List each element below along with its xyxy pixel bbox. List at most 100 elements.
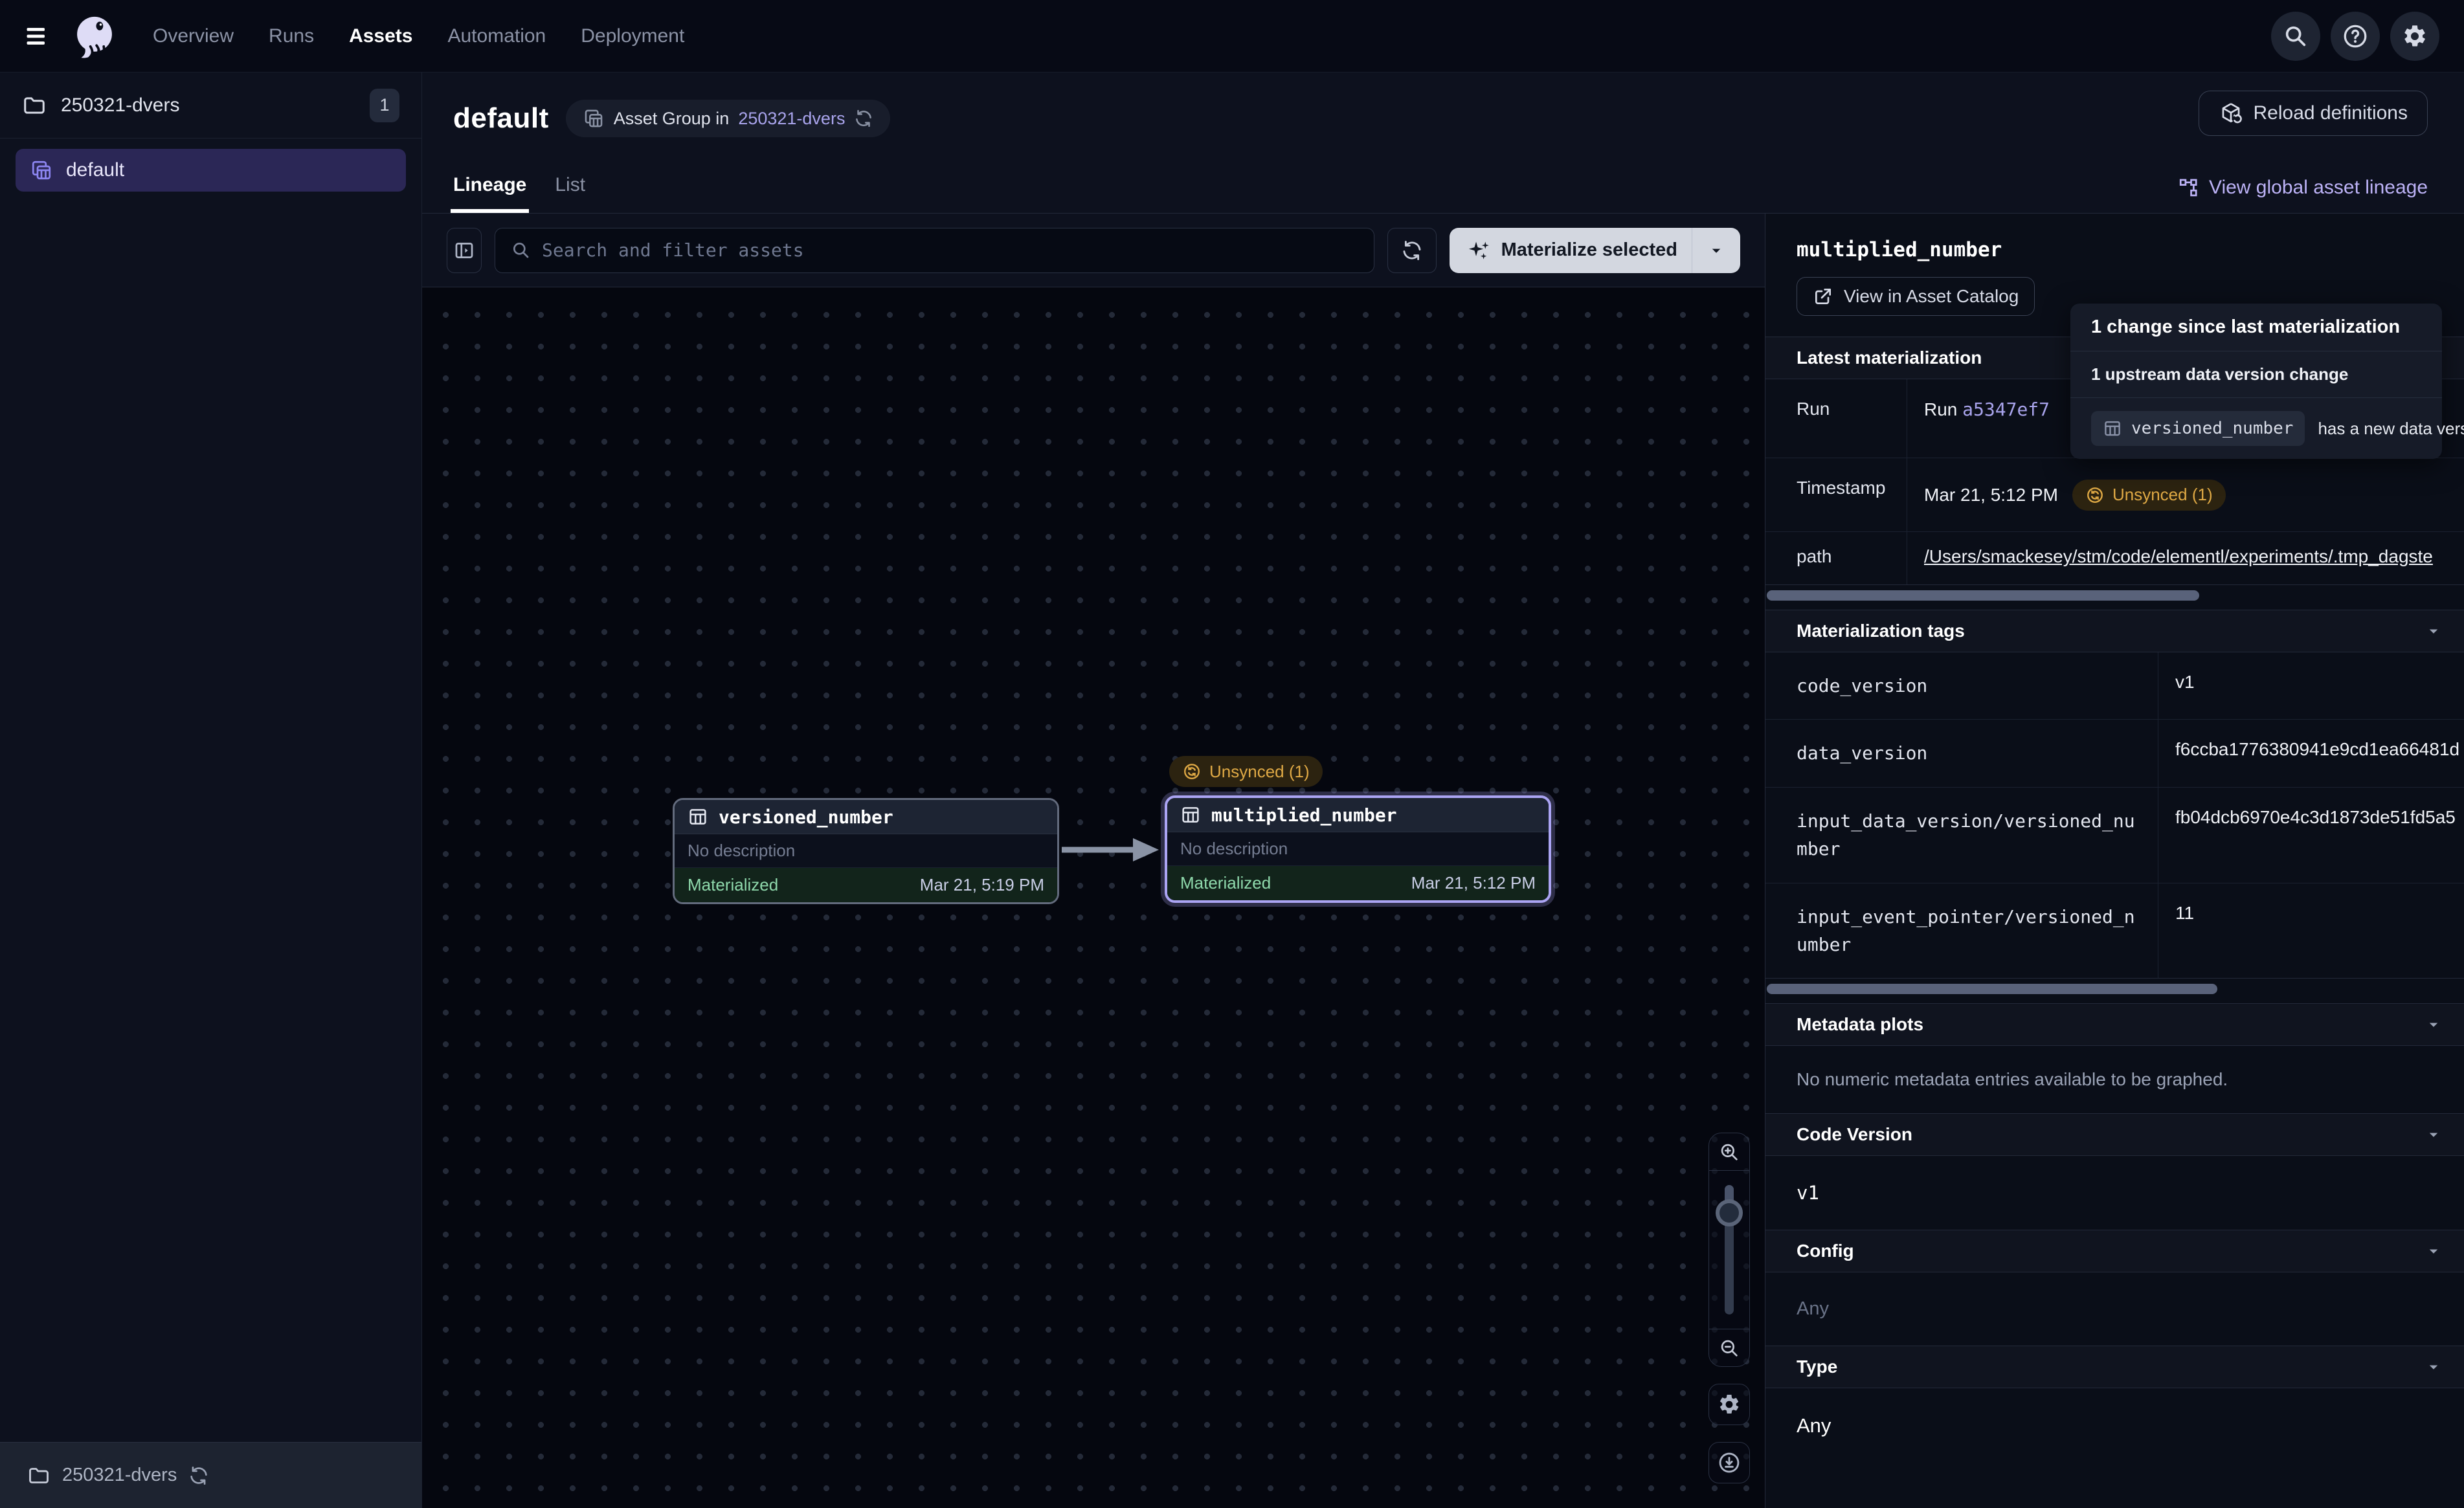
asset-search xyxy=(495,228,1374,273)
view-global-asset-lineage-link[interactable]: View global asset lineage xyxy=(2178,177,2428,199)
graph-controls xyxy=(1708,1133,1750,1483)
horizontal-scrollbar[interactable] xyxy=(1767,984,2217,994)
materialization-tags-table: code_version v1 data_version f6ccba17763… xyxy=(1765,652,2464,979)
view-global-asset-lineage-label: View global asset lineage xyxy=(2209,177,2428,199)
asset-node-status: Materialized xyxy=(1180,873,1271,893)
popover-suffix: has a new data version xyxy=(2318,419,2464,439)
zoom-slider-thumb[interactable] xyxy=(1716,1199,1743,1226)
nav-item-assets[interactable]: Assets xyxy=(349,25,412,47)
gear-icon xyxy=(1718,1393,1741,1416)
folder-icon xyxy=(22,93,47,118)
asset-node-description: No description xyxy=(675,834,1057,868)
table-row: input_event_pointer/versioned_number 11 xyxy=(1765,883,2464,979)
type-value: Any xyxy=(1765,1388,2464,1463)
reload-definitions-button[interactable]: Reload definitions xyxy=(2199,91,2428,136)
path-link[interactable]: /Users/smackesey/stm/code/elementl/exper… xyxy=(1924,546,2433,567)
top-nav: Overview Runs Assets Automation Deployme… xyxy=(0,0,2464,72)
tab-list[interactable]: List xyxy=(555,174,585,213)
zoom-in-icon xyxy=(1718,1141,1740,1163)
asset-node-versioned-number[interactable]: versioned_number No description Material… xyxy=(673,798,1059,904)
unsynced-badge-label: Unsynced (1) xyxy=(1209,762,1310,782)
lineage-graph-icon xyxy=(2178,177,2200,199)
help-button[interactable] xyxy=(2331,12,2380,61)
materialize-options-button[interactable] xyxy=(1692,228,1740,273)
collapse-icon[interactable] xyxy=(2424,1241,2443,1261)
asset-chip-label: versioned_number xyxy=(2131,419,2293,438)
table-row: data_version f6ccba1776380941e9cd1ea6648… xyxy=(1765,720,2464,787)
nav-item-overview[interactable]: Overview xyxy=(153,25,234,47)
chevron-down-icon xyxy=(1707,241,1726,260)
sync-icon[interactable] xyxy=(188,1465,209,1486)
zoom-in-button[interactable] xyxy=(1709,1133,1749,1171)
gear-icon xyxy=(2402,23,2428,49)
asset-node-multiplied-number[interactable]: multiplied_number No description Materia… xyxy=(1165,795,1551,903)
view-in-asset-catalog-button[interactable]: View in Asset Catalog xyxy=(1797,277,2035,316)
sync-status-icon xyxy=(1182,762,1202,781)
settings-button[interactable] xyxy=(2390,12,2439,61)
asset-group-badge-text: Asset Group in xyxy=(614,109,730,129)
zoom-out-button[interactable] xyxy=(1709,1329,1749,1366)
table-row: code_version v1 xyxy=(1765,652,2464,720)
tabs: Lineage List xyxy=(453,174,585,213)
sidebar-group-count: 1 xyxy=(370,89,399,122)
folder-icon xyxy=(27,1464,50,1487)
sidebar-footer[interactable]: 250321-dvers xyxy=(0,1442,421,1508)
sparkle-icon xyxy=(1466,238,1491,263)
asset-chip[interactable]: versioned_number xyxy=(2091,411,2305,446)
materialize-selected-label: Materialize selected xyxy=(1501,239,1677,261)
graph-settings-button[interactable] xyxy=(1708,1384,1750,1425)
lineage-edge-arrow xyxy=(1060,834,1164,865)
download-graph-button[interactable] xyxy=(1708,1442,1750,1483)
search-input[interactable] xyxy=(542,239,1358,261)
asset-group-badge-link[interactable]: 250321-dvers xyxy=(738,109,845,129)
collapse-icon[interactable] xyxy=(2424,1125,2443,1144)
sync-status-icon xyxy=(2085,485,2105,505)
table-icon xyxy=(688,806,708,827)
section-code-version: Code Version xyxy=(1765,1113,2464,1156)
dagster-logo[interactable] xyxy=(70,12,119,61)
asset-group-icon xyxy=(583,107,605,129)
asset-detail-panel: multiplied_number View in Asset Catalog … xyxy=(1765,214,2464,1508)
lineage-toolbar: Materialize selected xyxy=(422,214,1765,287)
search-icon xyxy=(511,240,532,261)
collapse-icon[interactable] xyxy=(2424,1357,2443,1377)
view-in-asset-catalog-label: View in Asset Catalog xyxy=(1844,286,2019,307)
horizontal-scrollbar[interactable] xyxy=(1767,590,2199,601)
download-icon xyxy=(1717,1450,1742,1475)
sidebar-group-row[interactable]: 250321-dvers 1 xyxy=(0,72,421,139)
sidebar-group-label: 250321-dvers xyxy=(61,94,370,116)
main: default Asset Group in 250321-dvers Relo… xyxy=(422,72,2464,1508)
asset-node-status: Materialized xyxy=(688,875,778,895)
sync-icon[interactable] xyxy=(854,109,873,128)
zoom-slider[interactable] xyxy=(1709,1171,1749,1329)
lineage-graph-canvas[interactable]: Unsynced (1) versioned_number No descrip… xyxy=(422,287,1765,1508)
nav-item-runs[interactable]: Runs xyxy=(269,25,314,47)
nav-item-deployment[interactable]: Deployment xyxy=(581,25,684,47)
metadata-plots-empty-text: No numeric metadata entries available to… xyxy=(1765,1046,2464,1113)
menu-icon[interactable] xyxy=(23,22,52,50)
search-button[interactable] xyxy=(2271,12,2320,61)
popover-subtitle: 1 upstream data version change xyxy=(2091,364,2348,384)
sidebar-item-default[interactable]: default xyxy=(16,149,406,192)
sidebar-item-label: default xyxy=(66,159,124,181)
refresh-graph-button[interactable] xyxy=(1387,228,1437,273)
change-popover: 1 change since last materialization 1 up… xyxy=(2070,304,2442,459)
external-link-icon xyxy=(1813,286,1833,307)
nav-links: Overview Runs Assets Automation Deployme… xyxy=(153,25,684,47)
panel-expand-icon xyxy=(453,239,475,261)
tab-lineage[interactable]: Lineage xyxy=(453,174,526,213)
nav-item-automation[interactable]: Automation xyxy=(447,25,546,47)
collapse-icon[interactable] xyxy=(2424,1015,2443,1034)
reload-cube-icon xyxy=(2219,101,2243,126)
section-config: Config xyxy=(1765,1230,2464,1272)
collapse-icon[interactable] xyxy=(2424,621,2443,641)
unsynced-badge[interactable]: Unsynced (1) xyxy=(1169,756,1323,787)
nav-actions xyxy=(2271,12,2439,61)
unsynced-badge[interactable]: Unsynced (1) xyxy=(2072,480,2226,511)
run-link[interactable]: a5347ef7 xyxy=(1962,399,2050,420)
materialize-selected-button[interactable]: Materialize selected xyxy=(1450,228,1740,273)
page-header: default Asset Group in 250321-dvers Relo… xyxy=(422,72,2464,214)
reload-definitions-label: Reload definitions xyxy=(2254,102,2408,124)
sync-icon xyxy=(1401,239,1423,261)
open-panel-button[interactable] xyxy=(447,228,482,273)
